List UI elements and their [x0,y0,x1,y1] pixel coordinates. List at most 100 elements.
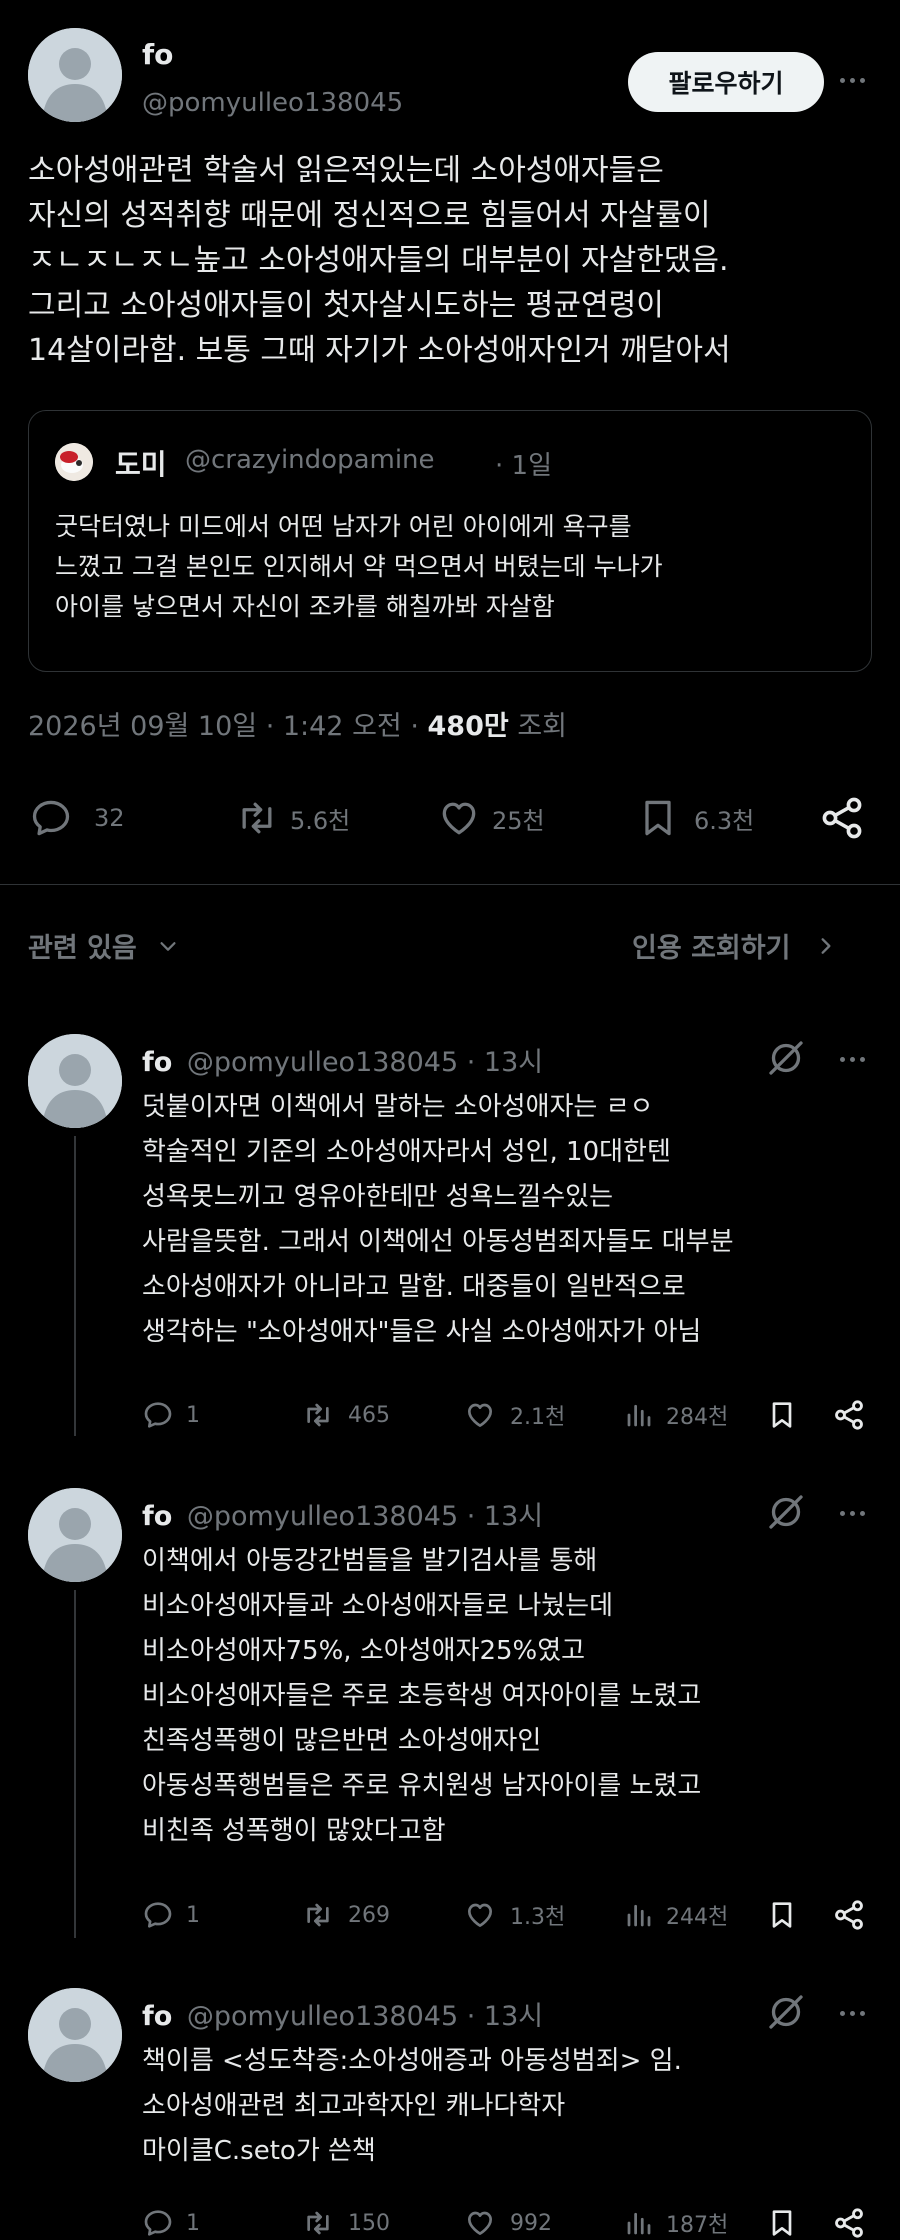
views-count: 284천 [666,1405,729,1430]
more-options-icon[interactable] [840,1057,865,1062]
views-label: 조회 [517,711,567,742]
thread-line [74,1590,76,1938]
reply-icon [144,1402,172,1428]
related-toggle[interactable]: 관련 있음 [28,926,179,965]
quoted-author-avatar [55,443,93,481]
share-icon [822,797,862,839]
retweet-button[interactable]: 5.6천 [232,796,350,840]
author-avatar[interactable] [28,28,122,122]
bookmark-count: 6.3천 [694,806,755,835]
share-icon[interactable] [832,1898,866,1932]
reply-count: 1 [186,1902,200,1928]
reply-author-avatar[interactable] [28,1034,122,1128]
reply-author-avatar[interactable] [28,1988,122,2082]
retweet-count: 465 [348,1402,390,1428]
views-button[interactable]: 284천 [624,1398,728,1432]
reply-header: fo @pomyulleo138045 · 13시 [142,1040,543,1079]
chevron-down-icon [160,941,176,951]
view-quotes-link[interactable]: 인용 조회하기 [632,926,836,965]
post-date: 2026년 09월 10일 · 1:42 오전 · [28,711,419,742]
bookmark-button[interactable]: 6.3천 [636,796,754,840]
bookmark-icon[interactable] [766,1398,798,1432]
retweet-icon [307,2211,329,2235]
views-button[interactable]: 244천 [624,1898,728,1932]
reply-count: 32 [94,804,125,832]
reply-time: · 13시 [466,1501,544,1532]
reply-count: 1 [186,1402,200,1428]
divider [0,884,900,885]
reply-header: fo @pomyulleo138045 · 13시 [142,1994,543,2033]
like-button[interactable]: 2.1천 [462,1398,565,1432]
reply-author-name[interactable]: fo [142,1047,172,1078]
reply-author-name[interactable]: fo [142,2001,172,2032]
related-label: 관련 있음 [28,933,137,964]
default-avatar-icon [28,1488,122,1582]
bookmark-icon [645,800,671,836]
post-meta: 2026년 09월 10일 · 1:42 오전 · 480만 조회 [28,704,567,743]
like-button[interactable]: 1.3천 [462,1898,565,1932]
like-count: 2.1천 [510,1405,566,1430]
author-handle[interactable]: @pomyulleo138045 [142,88,403,118]
grok-icon[interactable] [766,1038,806,1078]
grok-icon[interactable] [766,1992,806,2032]
reply-button[interactable]: 1 [142,1398,200,1432]
default-avatar-icon [28,1988,122,2082]
analytics-icon [627,1404,651,1427]
reply-author-handle[interactable]: @pomyulleo138045 [187,1501,458,1532]
share-button[interactable] [818,794,866,842]
view-quotes-label: 인용 조회하기 [632,933,791,964]
thread-line [74,1136,76,1436]
quoted-author-handle: @crazyindopamine [185,445,435,475]
share-icon[interactable] [832,1398,866,1432]
reply-time: · 13시 [466,1047,544,1078]
heart-icon [468,2211,492,2235]
reply-header: fo @pomyulleo138045 · 13시 [142,1494,543,1533]
default-avatar-icon [28,1034,122,1128]
reply-text: 이책에서 아동강간범들을 발기검사를 통해 비소아성애자들과 소아성애자들로 나… [142,1546,702,1846]
reply-author-handle[interactable]: @pomyulleo138045 [187,2001,458,2032]
quoted-author-name: 도미 [115,448,167,481]
reply-icon [32,800,70,836]
reply-time: · 13시 [466,2001,544,2032]
author-name[interactable]: fo [142,38,173,71]
analytics-icon [627,2212,651,2235]
retweet-icon [307,1403,329,1427]
retweet-button[interactable]: 269 [300,1898,390,1932]
quoted-time: · 1일 [495,451,552,481]
views-count: 244천 [666,1905,729,1930]
retweet-count: 269 [348,1902,390,1928]
quoted-post[interactable]: 도미 @crazyindopamine · 1일 굿닥터였나 미드에서 어떤 남… [28,410,872,672]
more-options-icon[interactable] [840,1511,865,1516]
retweet-count: 150 [348,2210,390,2236]
reply-button[interactable]: 1 [142,1898,200,1932]
more-options-icon[interactable] [840,2011,865,2016]
analytics-icon [627,1904,651,1927]
reply-text: 덧붙이자면 이책에서 말하는 소아성애자는 ㄹㅇ 학술적인 기준의 소아성애자라… [142,1092,734,1347]
reply-author-avatar[interactable] [28,1488,122,1582]
retweet-button[interactable]: 465 [300,1398,390,1432]
heart-icon [442,802,476,835]
chevron-right-icon [821,937,831,954]
reply-author-name[interactable]: fo [142,1501,172,1532]
grok-icon[interactable] [766,1492,806,1532]
more-options-icon[interactable] [840,78,865,83]
reply-icon [144,2210,172,2236]
heart-icon [468,1903,492,1927]
quoted-text: 굿닥터였나 미드에서 어떤 남자가 어린 아이에게 욕구를 느꼈고 그걸 본인도… [55,512,663,621]
like-count: 25천 [492,806,545,835]
retweet-icon [242,802,272,834]
like-button[interactable]: 25천 [434,796,545,840]
retweet-icon [307,1903,329,1927]
reply-author-handle[interactable]: @pomyulleo138045 [187,1047,458,1078]
views-count: 187천 [666,2213,729,2238]
bookmark-icon[interactable] [766,1898,798,1932]
reply-button[interactable]: 32 [28,796,125,840]
reply-icon [144,1902,172,1928]
heart-icon [468,1403,492,1427]
views-count: 480만 [427,711,509,742]
like-count: 992 [510,2210,552,2236]
default-avatar-icon [28,28,122,122]
like-count: 1.3천 [510,1905,566,1930]
reply-count: 1 [186,2210,200,2236]
follow-button[interactable]: 팔로우하기 [628,52,824,112]
